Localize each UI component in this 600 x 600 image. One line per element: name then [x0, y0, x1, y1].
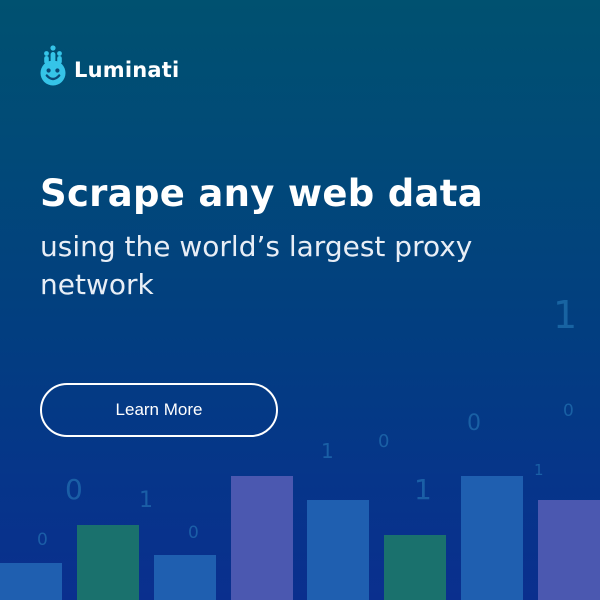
- decor-bar: [307, 500, 369, 600]
- decor-digit: 1: [553, 293, 578, 337]
- decor-bar: [77, 525, 139, 600]
- decor-digit: 0: [37, 530, 48, 550]
- decor-digit: 1: [139, 488, 153, 513]
- decor-digit: 0: [467, 411, 481, 436]
- decor-bar: [154, 555, 216, 600]
- decor-bar: [538, 500, 600, 600]
- subheadline: using the world’s largest proxy network: [40, 230, 473, 301]
- decor-bar: [461, 476, 523, 600]
- decor-digit: 0: [378, 431, 390, 452]
- decor-bar: [0, 563, 62, 600]
- decor-digit: 0: [65, 473, 83, 506]
- decor-digit: 0: [563, 401, 574, 421]
- decor-digit: 1: [321, 439, 334, 463]
- decor-digit: 0: [188, 523, 199, 543]
- decor-digit: 1: [414, 473, 432, 506]
- learn-more-button[interactable]: Learn More: [40, 383, 278, 437]
- decor-bar: [384, 535, 446, 600]
- decor-bar: [231, 476, 293, 600]
- decor-digit: 1: [534, 461, 544, 479]
- brand-name: Luminati: [74, 57, 180, 82]
- proxy-network-ad[interactable]: Luminati Scrape any web data using the w…: [0, 0, 600, 600]
- brand: Luminati: [40, 44, 179, 86]
- headline: Scrape any web data: [40, 172, 484, 215]
- luminati-mascot-icon: [40, 45, 66, 86]
